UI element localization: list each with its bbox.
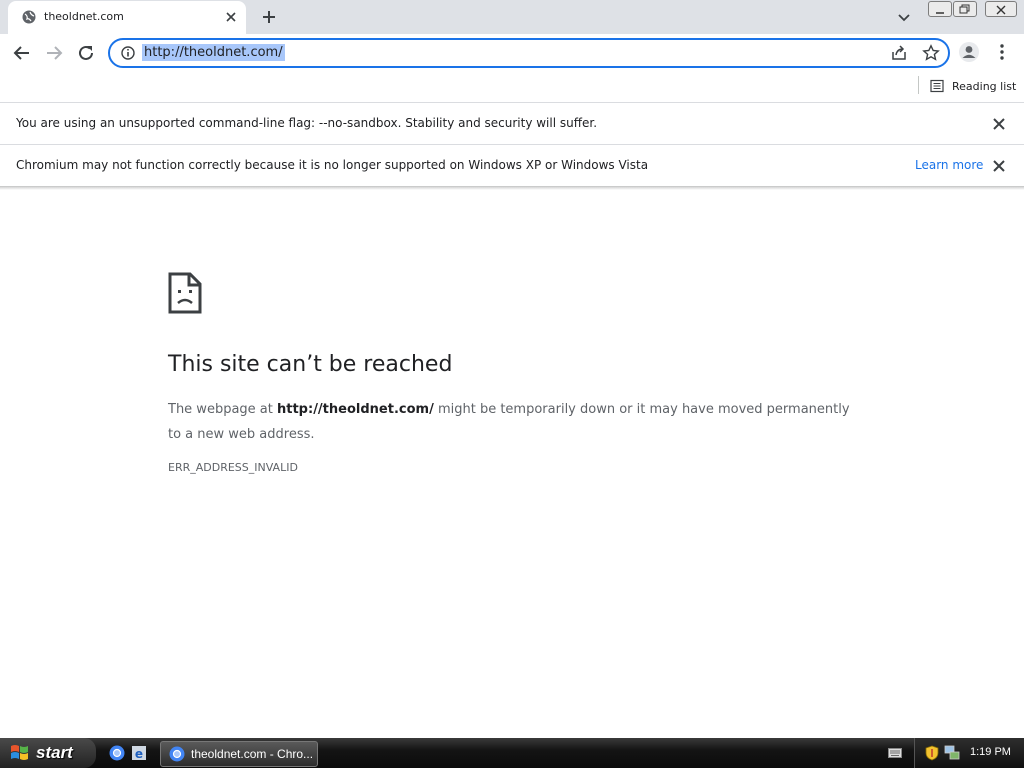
infobar-sandbox-warning: You are using an unsupported command-lin… <box>0 103 1024 145</box>
forward-arrow-icon[interactable] <box>43 42 65 64</box>
content-top-shadow <box>0 186 1024 190</box>
error-desc-prefix: The webpage at <box>168 402 277 417</box>
error-desc-url: http://theoldnet.com/ <box>277 402 434 417</box>
reload-icon[interactable] <box>75 42 97 64</box>
tab-title: theoldnet.com <box>44 10 124 23</box>
infobar-message: Chromium may not function correctly beca… <box>16 158 649 172</box>
svg-text:e: e <box>135 747 143 761</box>
globe-icon <box>22 10 36 24</box>
taskbar: start e theoldnet.com - Chro... 1:19 PM <box>0 738 1024 768</box>
restore-button[interactable] <box>953 1 977 17</box>
toolbar: http://theoldnet.com/ <box>0 34 1024 72</box>
bookmarks-separator <box>918 76 919 94</box>
taskbar-item-chromium[interactable]: theoldnet.com - Chro... <box>160 741 318 767</box>
system-tray: 1:19 PM <box>914 738 1024 768</box>
tab-theoldnet[interactable]: theoldnet.com <box>8 1 246 34</box>
bookmarks-bar: Reading list <box>0 72 1024 103</box>
chromium-quicklaunch-icon[interactable] <box>109 745 125 761</box>
info-icon[interactable] <box>120 45 136 61</box>
chromium-icon <box>169 746 185 762</box>
url-text[interactable]: http://theoldnet.com/ <box>142 44 285 61</box>
start-label: start <box>36 743 73 762</box>
error-code: ERR_ADDRESS_INVALID <box>168 461 298 474</box>
back-arrow-icon[interactable] <box>11 42 33 64</box>
infobar-message: You are using an unsupported command-lin… <box>16 116 598 130</box>
network-icon[interactable] <box>944 744 960 761</box>
tab-strip: theoldnet.com <box>0 0 1024 34</box>
internet-explorer-icon[interactable]: e <box>131 745 147 761</box>
error-description: The webpage at http://theoldnet.com/ mig… <box>168 397 858 447</box>
new-tab-icon[interactable] <box>258 6 280 28</box>
minimize-icon <box>936 12 944 14</box>
reading-list-icon <box>930 79 944 93</box>
reading-list-label: Reading list <box>952 79 1017 93</box>
close-tab-icon[interactable] <box>223 9 239 25</box>
close-icon[interactable] <box>991 116 1007 132</box>
error-title: This site can’t be reached <box>168 352 453 377</box>
reading-list-button[interactable]: Reading list <box>930 76 1016 96</box>
chevron-down-icon[interactable] <box>895 8 913 26</box>
clock: 1:19 PM <box>970 746 1011 758</box>
start-button[interactable]: start <box>0 738 96 768</box>
close-icon <box>996 5 1006 15</box>
share-icon[interactable] <box>890 44 908 62</box>
learn-more-link[interactable]: Learn more <box>915 158 983 172</box>
sad-page-icon <box>168 272 202 314</box>
profile-avatar-icon[interactable] <box>958 41 980 63</box>
keyboard-icon[interactable] <box>888 748 902 758</box>
windows-flag-icon <box>11 745 28 760</box>
close-icon[interactable] <box>991 158 1007 174</box>
minimize-button[interactable] <box>928 1 952 17</box>
bookmark-star-icon[interactable] <box>922 44 940 62</box>
taskbar-item-label: theoldnet.com - Chro... <box>191 747 314 761</box>
infobar-unsupported-os: Chromium may not function correctly beca… <box>0 145 1024 187</box>
restore-icon <box>959 4 970 14</box>
security-shield-icon[interactable] <box>925 745 939 761</box>
address-bar[interactable]: http://theoldnet.com/ <box>108 38 950 68</box>
more-menu-icon[interactable] <box>994 41 1010 63</box>
close-window-button[interactable] <box>985 1 1017 17</box>
